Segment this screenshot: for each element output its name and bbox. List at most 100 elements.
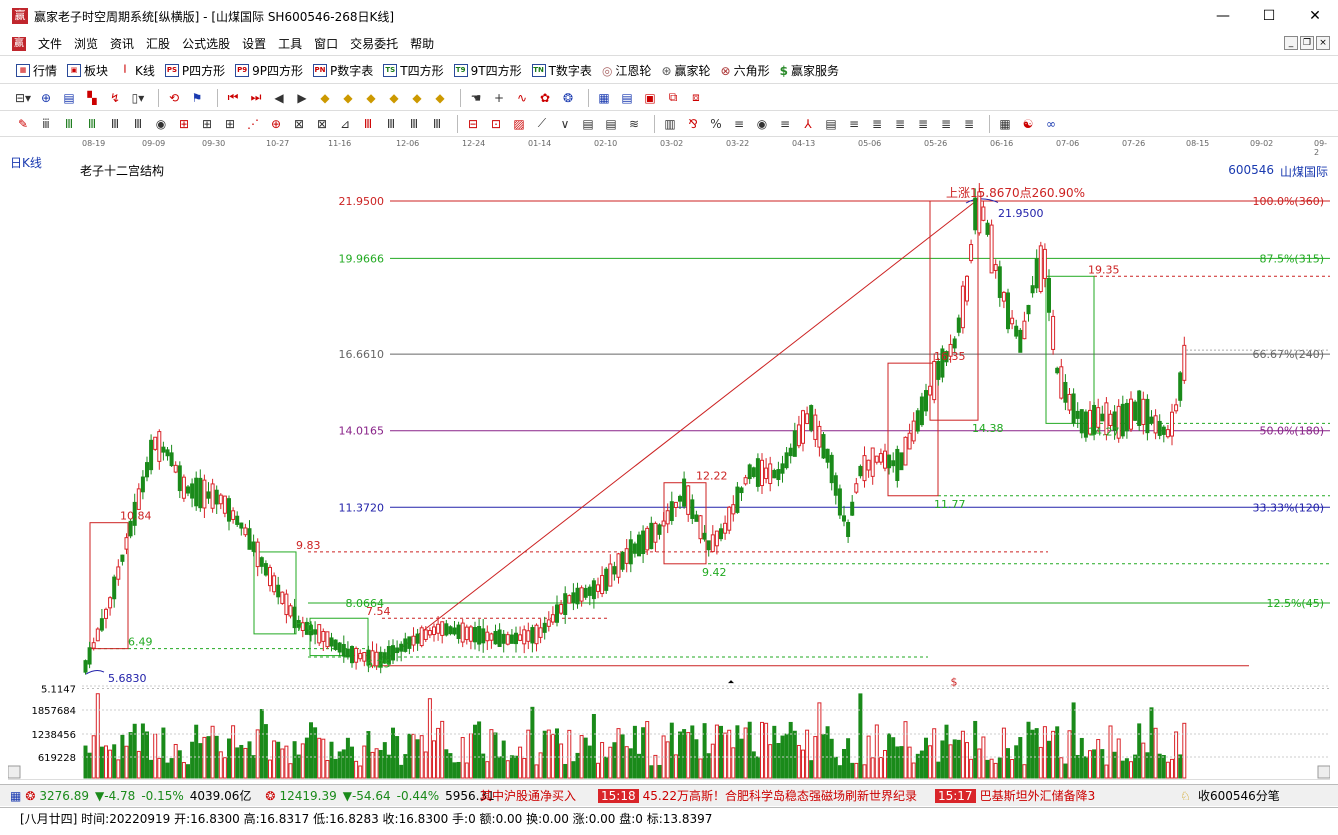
mdi-close-button[interactable]: × bbox=[1316, 36, 1330, 50]
menu-browse[interactable]: 浏览 bbox=[68, 35, 104, 52]
bars-8-icon[interactable]: Ⅲ bbox=[405, 115, 423, 133]
menu-info[interactable]: 资讯 bbox=[104, 35, 140, 52]
toolbar-p-table-button[interactable]: PN P数字表 bbox=[313, 62, 373, 79]
diamond-2-icon[interactable]: ◆ bbox=[339, 89, 357, 107]
diamond-6-icon[interactable]: ◆ bbox=[431, 89, 449, 107]
chart-11-icon[interactable]: ≣ bbox=[914, 115, 932, 133]
bell-icon[interactable]: ♘ bbox=[1180, 789, 1191, 803]
hand-icon[interactable]: ☚ bbox=[467, 89, 485, 107]
bars-3-icon[interactable]: Ⅲ bbox=[83, 115, 101, 133]
bars-1-icon[interactable]: ⅲ bbox=[37, 115, 55, 133]
diamond-3-icon[interactable]: ◆ bbox=[362, 89, 380, 107]
flag-icon[interactable]: ⚑ bbox=[188, 89, 206, 107]
first-icon[interactable]: ⏮ bbox=[224, 89, 242, 107]
toolbar-9t-square-button[interactable]: T9 9T四方形 bbox=[453, 62, 522, 79]
menu-huigu[interactable]: 汇股 bbox=[140, 35, 176, 52]
fan-icon[interactable]: ⋰ bbox=[244, 115, 262, 133]
candle-dropdown-icon[interactable]: ▯▾ bbox=[129, 89, 147, 107]
pattern-icon[interactable]: ▚ bbox=[83, 89, 101, 107]
right-icon[interactable]: ▶ bbox=[293, 89, 311, 107]
chart-2-icon[interactable]: ⅋ bbox=[684, 115, 702, 133]
gift-icon[interactable]: ✿ bbox=[536, 89, 554, 107]
chart-8-icon[interactable]: ≡ bbox=[845, 115, 863, 133]
grid-1-icon[interactable]: ⊞ bbox=[175, 115, 193, 133]
menu-trade[interactable]: 交易委托 bbox=[344, 35, 404, 52]
level-6-icon[interactable]: ≋ bbox=[625, 115, 643, 133]
bars-7-icon[interactable]: Ⅲ bbox=[382, 115, 400, 133]
bars-2-icon[interactable]: Ⅲ bbox=[60, 115, 78, 133]
toolbar-service-button[interactable]: $ 赢家服务 bbox=[780, 62, 839, 79]
stack-icon[interactable]: ⧈ bbox=[687, 89, 705, 107]
chart-14-icon[interactable]: ▦ bbox=[996, 115, 1014, 133]
calendar-icon[interactable]: ▦ bbox=[595, 89, 613, 107]
infinity-icon[interactable]: ∞ bbox=[1042, 115, 1060, 133]
bars-6-icon[interactable]: Ⅲ bbox=[359, 115, 377, 133]
panel-icon[interactable]: ▦ bbox=[10, 789, 21, 803]
chart-3-icon[interactable]: ≡ bbox=[730, 115, 748, 133]
grid-5-icon[interactable]: ⊠ bbox=[313, 115, 331, 133]
toolbar-winner-wheel-button[interactable]: ⊛ 赢家轮 bbox=[661, 62, 710, 79]
toolbar-quotes-button[interactable]: ▦ 行情 bbox=[16, 62, 57, 79]
mdi-minimize-button[interactable]: _ bbox=[1284, 36, 1298, 50]
level-3-icon[interactable]: ▨ bbox=[510, 115, 528, 133]
toolbar-blocks-button[interactable]: ▣ 板块 bbox=[67, 62, 108, 79]
bars-9-icon[interactable]: Ⅲ bbox=[428, 115, 446, 133]
percent-icon[interactable]: % bbox=[707, 115, 725, 133]
line-2-icon[interactable]: ∨ bbox=[556, 115, 574, 133]
minimize-button[interactable]: — bbox=[1200, 0, 1246, 32]
toolbar-p-square-button[interactable]: PS P四方形 bbox=[164, 62, 225, 79]
chart-13-icon[interactable]: ≣ bbox=[960, 115, 978, 133]
wave-icon[interactable]: ∿ bbox=[513, 89, 531, 107]
news-item[interactable]: 其中沪股通净买入 bbox=[480, 787, 576, 804]
toolbar-hexagon-button[interactable]: ⊗ 六角形 bbox=[721, 62, 770, 79]
level-1-icon[interactable]: ⊟ bbox=[464, 115, 482, 133]
toolbar-kline-button[interactable]: ┃ K线 bbox=[118, 62, 155, 79]
bars-4-icon[interactable]: Ⅲ bbox=[106, 115, 124, 133]
kline-chart-area[interactable]: 08-19 09-09 09-30 10-27 11-16 12-06 12-24 01-14… bbox=[8, 138, 1330, 780]
group-icon[interactable]: ⧉ bbox=[664, 89, 682, 107]
diamond-1-icon[interactable]: ◆ bbox=[316, 89, 334, 107]
toolbar-t-table-button[interactable]: TN T数字表 bbox=[531, 62, 592, 79]
mdi-restore-button[interactable]: ❐ bbox=[1300, 36, 1314, 50]
news-item[interactable]: 45.22万高斯！合肥科学岛稳态强磁场刷新世界纪录 bbox=[643, 787, 917, 804]
chart-10-icon[interactable]: ≣ bbox=[891, 115, 909, 133]
menu-file[interactable]: 文件 bbox=[32, 35, 68, 52]
chart-7-icon[interactable]: ▤ bbox=[822, 115, 840, 133]
angle-icon[interactable]: ⊿ bbox=[336, 115, 354, 133]
zoom-icon[interactable]: ⊕ bbox=[37, 89, 55, 107]
close-button[interactable]: ✕ bbox=[1292, 0, 1338, 32]
menu-window[interactable]: 窗口 bbox=[308, 35, 344, 52]
chart-6-icon[interactable]: ⅄ bbox=[799, 115, 817, 133]
toolbar-gann-wheel-button[interactable]: ◎ 江恩轮 bbox=[602, 62, 652, 79]
news-ticker[interactable]: 其中沪股通净买入 15:18 45.22万高斯！合肥科学岛稳态强磁场刷新世界纪录… bbox=[480, 785, 1170, 806]
yin-yang-icon[interactable]: ☯ bbox=[1019, 115, 1037, 133]
news-item[interactable]: 巴基斯坦外汇储备降3 bbox=[980, 787, 1096, 804]
grid-2-icon[interactable]: ⊞ bbox=[198, 115, 216, 133]
toolbar-9p-square-button[interactable]: P9 9P四方形 bbox=[235, 62, 303, 79]
menu-tools[interactable]: 工具 bbox=[272, 35, 308, 52]
refresh-icon[interactable]: ⟲ bbox=[165, 89, 183, 107]
diamond-4-icon[interactable]: ◆ bbox=[385, 89, 403, 107]
chart-9-icon[interactable]: ≣ bbox=[868, 115, 886, 133]
brain-icon[interactable]: ❂ bbox=[559, 89, 577, 107]
memo-icon[interactable]: ▤ bbox=[60, 89, 78, 107]
chart-4-icon[interactable]: ◉ bbox=[753, 115, 771, 133]
save-icon[interactable]: ▣ bbox=[641, 89, 659, 107]
maximize-button[interactable]: ☐ bbox=[1246, 0, 1292, 32]
level-2-icon[interactable]: ⊡ bbox=[487, 115, 505, 133]
pen-icon[interactable]: ✎ bbox=[14, 115, 32, 133]
chart-5-icon[interactable]: ≡ bbox=[776, 115, 794, 133]
bars-5-icon[interactable]: Ⅲ bbox=[129, 115, 147, 133]
crosshair-icon[interactable]: + bbox=[490, 89, 508, 107]
target-icon[interactable]: ⊕ bbox=[267, 115, 285, 133]
menu-help[interactable]: 帮助 bbox=[404, 35, 440, 52]
level-5-icon[interactable]: ▤ bbox=[602, 115, 620, 133]
level-4-icon[interactable]: ▤ bbox=[579, 115, 597, 133]
left-icon[interactable]: ◀ bbox=[270, 89, 288, 107]
table-icon[interactable]: ▤ bbox=[618, 89, 636, 107]
grid-3-icon[interactable]: ⊞ bbox=[221, 115, 239, 133]
eye-icon[interactable]: ◉ bbox=[152, 115, 170, 133]
diamond-5-icon[interactable]: ◆ bbox=[408, 89, 426, 107]
menu-formula-select[interactable]: 公式选股 bbox=[176, 35, 236, 52]
chart-12-icon[interactable]: ≣ bbox=[937, 115, 955, 133]
